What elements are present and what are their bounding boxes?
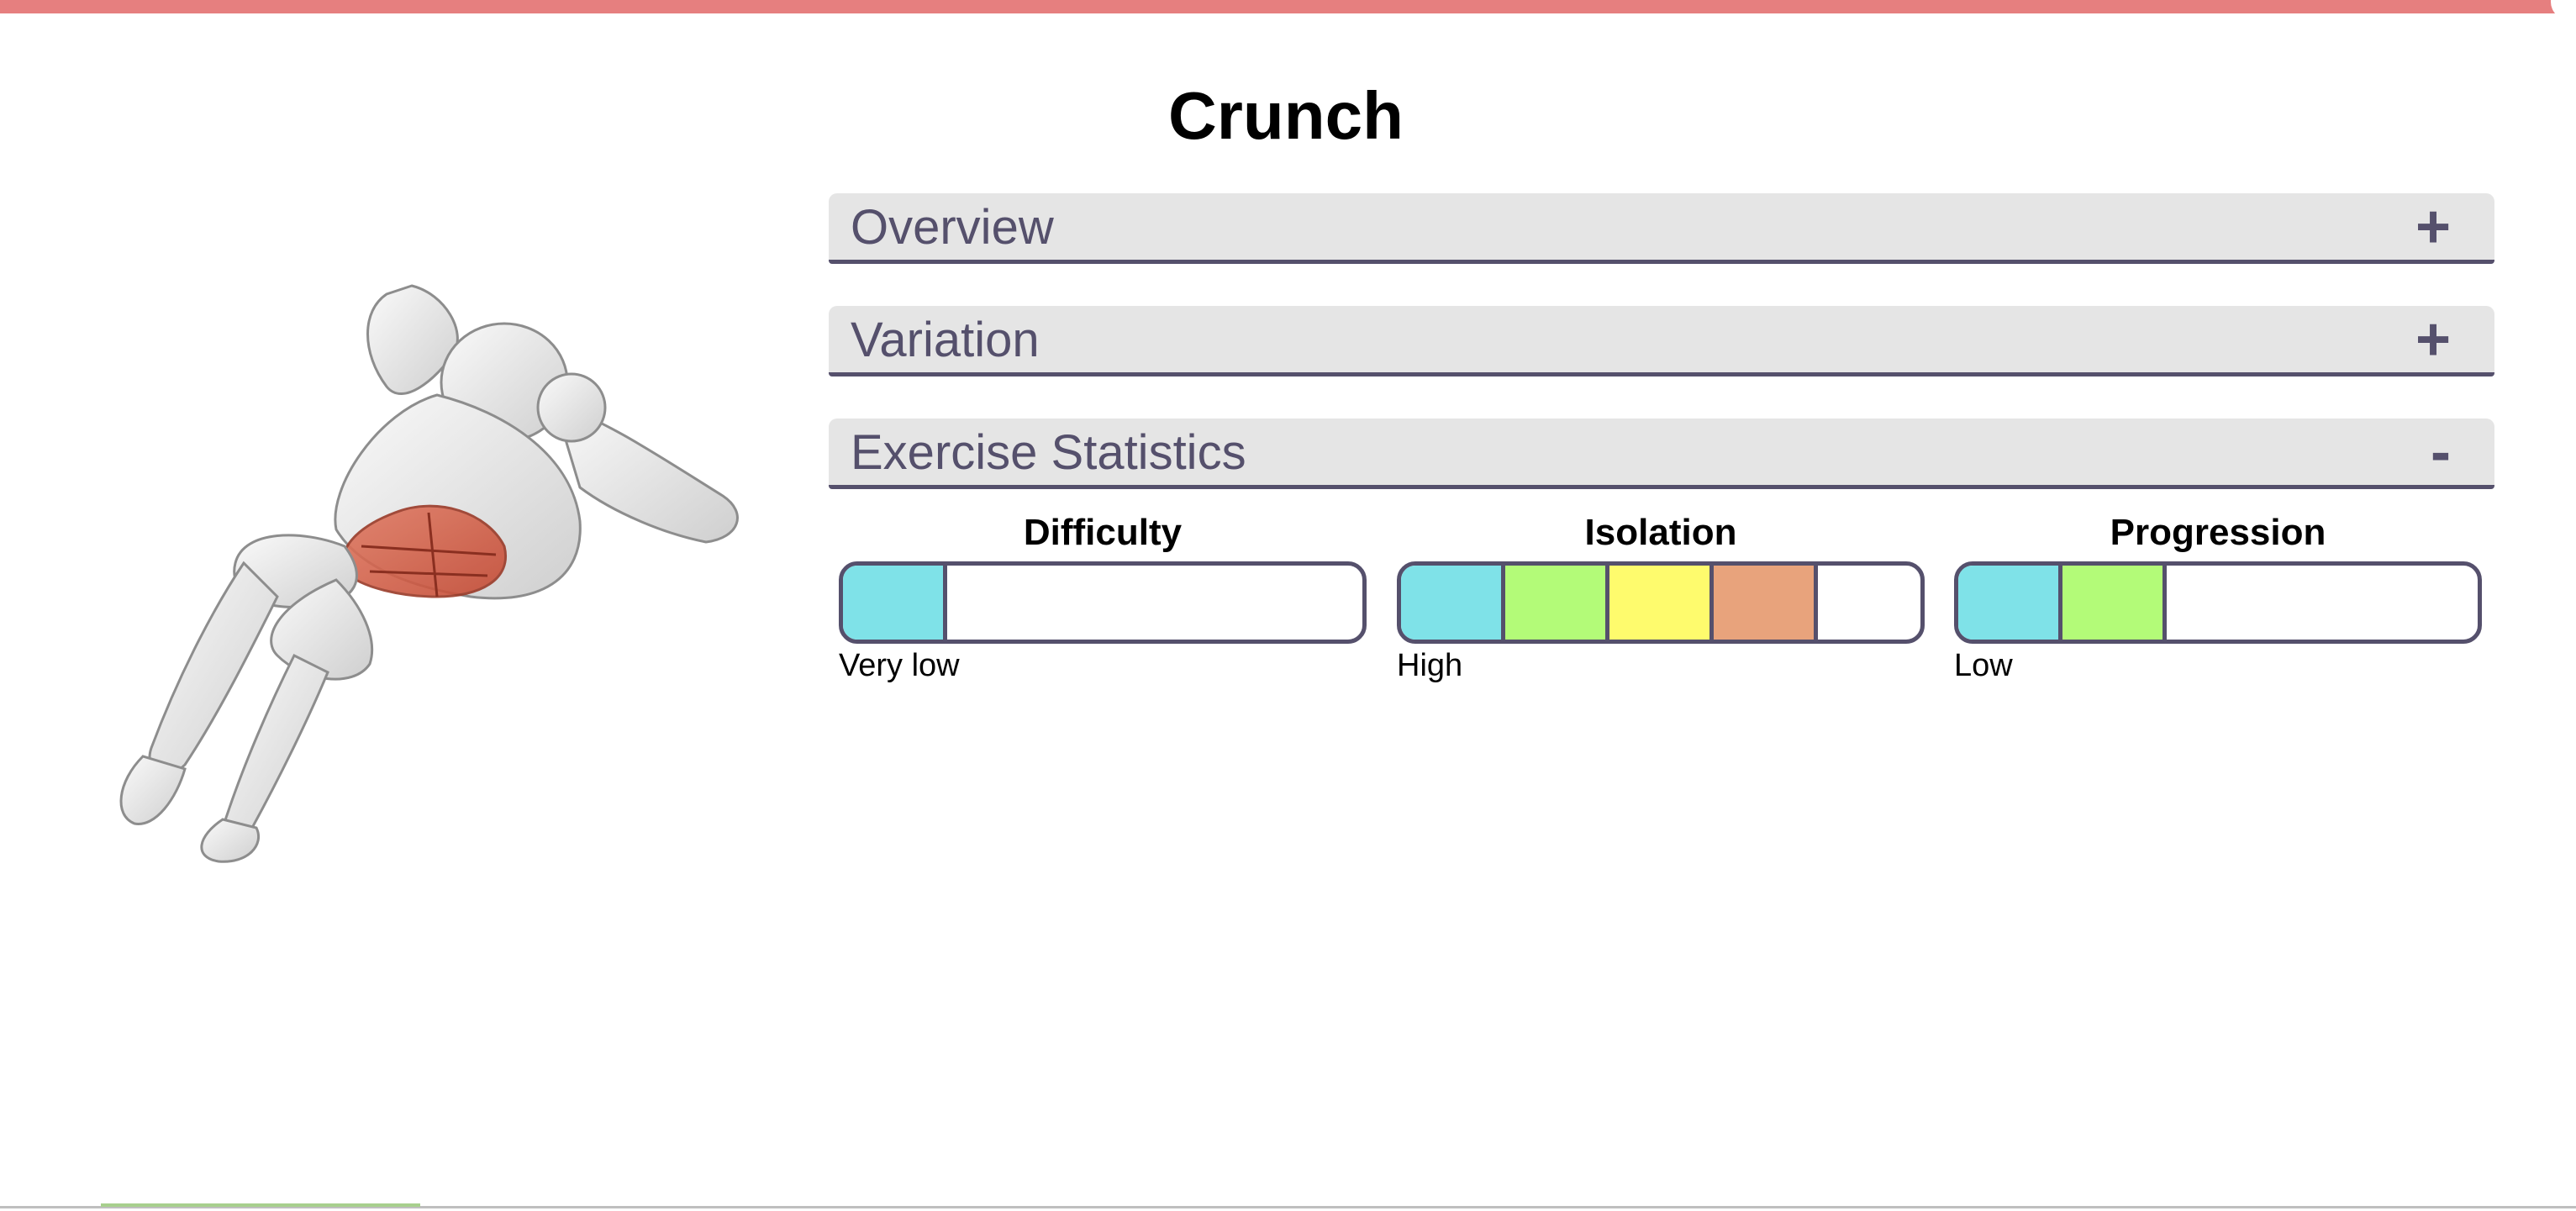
stat-difficulty: Difficulty Very low [839, 511, 1367, 684]
accordion-overview[interactable]: Overview + [829, 193, 2494, 264]
top-bar [0, 0, 2576, 20]
page-title: Crunch [1168, 78, 1404, 153]
stat-title: Difficulty [1023, 512, 1183, 553]
accordion-exercise-statistics-label: Exercise Statistics [851, 425, 1246, 480]
stat-level-label: High [1397, 648, 1463, 683]
bottom-accent [101, 1203, 420, 1207]
stat-level-segment [1609, 566, 1714, 640]
accordion-variation[interactable]: Variation + [829, 306, 2494, 376]
accordion-overview-label: Overview [851, 200, 1054, 255]
accordion-exercise-statistics[interactable]: Exercise Statistics - [829, 419, 2494, 489]
stat-level-bar [1397, 561, 1925, 644]
stat-level-label: Low [1954, 648, 2013, 683]
stat-title: Isolation [1584, 512, 1737, 553]
stat-level-label: Very low [839, 648, 960, 683]
stat-progression: Progression Low [1954, 511, 2482, 684]
crunch-figure-illustration [119, 284, 739, 863]
stat-isolation: Isolation High [1397, 511, 1925, 684]
expand-icon[interactable]: + [2415, 306, 2451, 373]
collapse-icon[interactable]: - [2431, 419, 2451, 486]
stat-level-segment [1714, 566, 1818, 640]
stat-level-segment [2062, 566, 2167, 640]
stat-level-segment [1505, 566, 1609, 640]
stat-level-segment [843, 566, 947, 640]
stat-level-bar [839, 561, 1367, 644]
stat-title: Progression [2110, 512, 2326, 553]
stat-level-segment [1958, 566, 2062, 640]
stat-level-bar [1954, 561, 2482, 644]
corner-icon [2551, 0, 2576, 20]
expand-icon[interactable]: + [2415, 193, 2451, 261]
accordion-variation-label: Variation [851, 313, 1040, 367]
stat-level-segment [1401, 566, 1505, 640]
